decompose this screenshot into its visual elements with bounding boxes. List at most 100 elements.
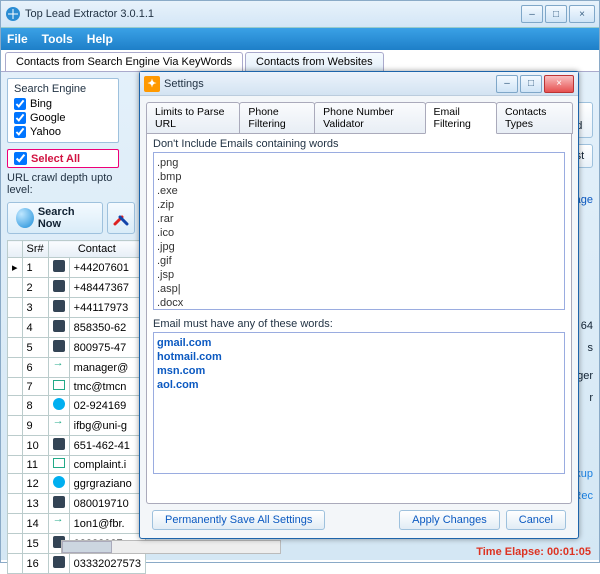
row-pointer — [8, 396, 23, 416]
main-titlebar: Top Lead Extractor 3.0.1.1 – □ × — [1, 1, 599, 28]
cell-sr: 4 — [22, 318, 48, 338]
engine-google-checkbox[interactable] — [14, 112, 26, 124]
select-all-checkbox[interactable] — [14, 152, 27, 165]
cell-sr: 13 — [22, 494, 48, 514]
cell-contact: 02-924169 — [69, 396, 145, 416]
permanent-save-button[interactable]: Permanently Save All Settings — [152, 510, 325, 530]
menu-bar: File Tools Help — [1, 28, 599, 50]
apply-changes-button[interactable]: Apply Changes — [399, 510, 500, 530]
tools-button[interactable] — [107, 202, 135, 234]
menu-help[interactable]: Help — [87, 32, 113, 46]
row-pointer — [8, 378, 23, 396]
time-elapse-value: 00:01:05 — [547, 546, 591, 558]
tab-limits[interactable]: Limits to Parse URL — [146, 102, 240, 134]
table-row[interactable]: 7tmc@tmcn — [8, 378, 146, 396]
cell-icon — [48, 554, 69, 574]
horizontal-scrollbar[interactable] — [61, 540, 281, 554]
tab-phone-filtering[interactable]: Phone Filtering — [239, 102, 315, 134]
row-pointer — [8, 456, 23, 474]
tab-websites[interactable]: Contacts from Websites — [245, 52, 384, 71]
cell-icon — [48, 436, 69, 456]
tab-keywords[interactable]: Contacts from Search Engine Via KeyWords — [5, 52, 243, 71]
cell-contact: 800975-47 — [69, 338, 145, 358]
tools-icon — [112, 209, 130, 227]
cell-sr: 15 — [22, 534, 48, 554]
cell-contact: 1on1@fbr. — [69, 514, 145, 534]
cell-sr: 14 — [22, 514, 48, 534]
cell-contact: 080019710 — [69, 494, 145, 514]
row-pointer — [8, 358, 23, 378]
tab-email-filtering[interactable]: Email Filtering — [425, 102, 497, 134]
table-row[interactable]: 11complaint.i — [8, 456, 146, 474]
search-engine-legend: Search Engine — [14, 83, 112, 95]
cell-icon — [48, 338, 69, 358]
settings-maximize-button[interactable]: □ — [520, 75, 542, 93]
window-maximize-button[interactable]: □ — [545, 5, 567, 23]
cell-icon — [48, 416, 69, 436]
engine-google-label: Google — [30, 112, 65, 124]
menu-tools[interactable]: Tools — [42, 32, 73, 46]
table-row[interactable]: 8 02-924169 — [8, 396, 146, 416]
cell-icon — [48, 278, 69, 298]
header-contact[interactable]: Contact — [48, 241, 145, 258]
phone-icon — [53, 320, 65, 332]
cell-sr: 12 — [22, 474, 48, 494]
table-row[interactable]: 4858350-62 — [8, 318, 146, 338]
cell-icon — [48, 258, 69, 278]
engine-google[interactable]: Google — [14, 112, 112, 124]
row-pointer — [8, 338, 23, 358]
select-all-toggle[interactable]: Select All — [7, 149, 119, 168]
engine-bing-label: Bing — [30, 98, 52, 110]
menu-file[interactable]: File — [7, 32, 28, 46]
settings-close-button[interactable]: × — [544, 75, 574, 93]
table-row[interactable]: 9 ifbg@uni-g — [8, 416, 146, 436]
cell-contact: ifbg@uni-g — [69, 416, 145, 436]
table-row[interactable]: ▸1+44207601 — [8, 258, 146, 278]
row-pointer — [8, 318, 23, 338]
cell-contact: ggrgraziano — [69, 474, 145, 494]
table-row[interactable]: 2+48447367 — [8, 278, 146, 298]
row-pointer — [8, 534, 23, 554]
send-icon — [53, 516, 65, 528]
tab-phone-validator[interactable]: Phone Number Validator — [314, 102, 425, 134]
cancel-button[interactable]: Cancel — [506, 510, 566, 530]
settings-minimize-button[interactable]: – — [496, 75, 518, 93]
cell-sr: 7 — [22, 378, 48, 396]
mail-icon — [53, 380, 65, 390]
results-table: Sr# Contact ▸1+442076012+484473673+44117… — [7, 240, 146, 574]
engine-bing-checkbox[interactable] — [14, 98, 26, 110]
exclude-words-textarea[interactable]: .png .bmp .exe .zip .rar .ico .jpg .gif … — [153, 152, 565, 310]
include-words-textarea[interactable]: gmail.com hotmail.com msn.com aol.com — [153, 332, 565, 474]
window-minimize-button[interactable]: – — [521, 5, 543, 23]
row-pointer — [8, 474, 23, 494]
table-row[interactable]: 12 ggrgraziano — [8, 474, 146, 494]
header-sr[interactable]: Sr# — [22, 241, 48, 258]
table-row[interactable]: 1603332027573 — [8, 554, 146, 574]
include-label: Email must have any of these words: — [153, 318, 565, 330]
mail-icon — [53, 458, 65, 468]
engine-yahoo-label: Yahoo — [30, 126, 61, 138]
engine-yahoo[interactable]: Yahoo — [14, 126, 112, 138]
search-now-button[interactable]: Search Now — [7, 202, 103, 234]
table-row[interactable]: 10651-462-41 — [8, 436, 146, 456]
table-row[interactable]: 3+44117973 — [8, 298, 146, 318]
settings-dialog: ✦ Settings – □ × Limits to Parse URL Pho… — [139, 71, 579, 539]
cell-contact: 03332027573 — [69, 554, 145, 574]
table-row[interactable]: 6manager@ — [8, 358, 146, 378]
cell-sr: 8 — [22, 396, 48, 416]
cell-sr: 9 — [22, 416, 48, 436]
cell-sr: 5 — [22, 338, 48, 358]
table-row[interactable]: 5 800975-47 — [8, 338, 146, 358]
skype-icon — [53, 476, 65, 488]
engine-yahoo-checkbox[interactable] — [14, 126, 26, 138]
cell-contact: +44117973 — [69, 298, 145, 318]
table-row[interactable]: 14 1on1@fbr. — [8, 514, 146, 534]
tab-contacts-types[interactable]: Contacts Types — [496, 102, 573, 134]
engine-bing[interactable]: Bing — [14, 98, 112, 110]
window-close-button[interactable]: × — [569, 5, 595, 23]
cell-icon — [48, 474, 69, 494]
time-elapse: Time Elapse: 00:01:05 — [476, 546, 591, 558]
globe-icon — [16, 208, 34, 228]
table-row[interactable]: 13 080019710 — [8, 494, 146, 514]
cell-sr: 10 — [22, 436, 48, 456]
